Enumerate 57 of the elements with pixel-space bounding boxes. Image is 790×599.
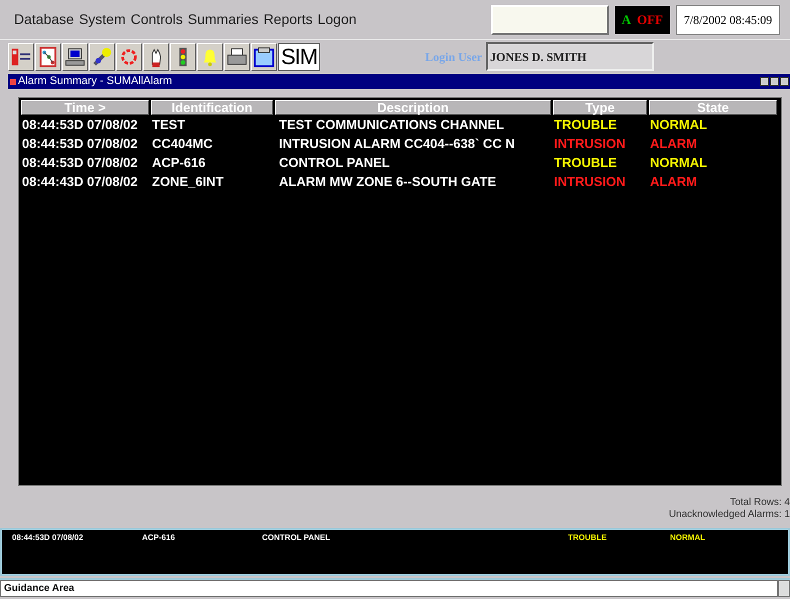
table-cell-text: TROUBLE <box>554 116 618 134</box>
sim-button[interactable]: SIM <box>278 42 320 70</box>
table-cell-text: NORMAL <box>650 116 708 134</box>
menu-item[interactable]: Logon <box>318 9 357 30</box>
toolbar-button[interactable] <box>62 42 88 70</box>
table-cell-text: NORMAL <box>650 154 708 172</box>
datetime-display: 7/8/2002 08:45:09 <box>676 4 780 34</box>
toolbar-button[interactable] <box>8 42 34 70</box>
window-icon <box>10 78 16 84</box>
detail-text: NORMAL <box>670 532 706 544</box>
toolbar-button[interactable] <box>170 42 196 70</box>
menu-item[interactable]: Database <box>14 9 74 30</box>
toolbar-button[interactable] <box>89 42 115 70</box>
toolbar-button[interactable] <box>143 42 169 70</box>
table-cell-text: CONTROL PANEL <box>278 154 391 172</box>
printer-icon <box>226 46 248 68</box>
side-button[interactable] <box>778 580 790 597</box>
table-cell-text: ALARM MW ZONE 6--SOUTH GATE <box>278 172 498 191</box>
table-cell-text: 08:44:53D 07/08/02 <box>22 116 139 134</box>
menu-item[interactable]: Controls <box>130 9 183 30</box>
detail-text: ACP-616 <box>142 532 176 544</box>
menu-item[interactable]: Reports <box>264 9 313 30</box>
table-cell-text: ALARM <box>650 172 698 191</box>
menu-item[interactable]: System <box>78 9 126 30</box>
toolbar-button[interactable] <box>224 42 250 70</box>
toolbar-button[interactable] <box>251 42 277 70</box>
table-cell-text: 08:44:53D 07/08/02 <box>22 154 139 172</box>
detail-text: CONTROL PANEL <box>262 532 332 544</box>
toolbar-button[interactable] <box>116 42 142 70</box>
menu-item[interactable]: Summaries <box>188 9 259 30</box>
toolbar-button[interactable] <box>197 42 223 70</box>
table-cell-text: INTRUSION ALARM CC404--638` CC N <box>278 134 516 153</box>
network-icon <box>37 46 59 68</box>
guidance-area: Guidance Area <box>0 580 778 597</box>
totals-text: Total Rows: 4 <box>730 497 790 509</box>
table-cell-text: 08:44:43D 07/08/02 <box>22 172 139 191</box>
detail-text: TROUBLE <box>568 532 608 544</box>
toolbar-button[interactable] <box>35 42 61 70</box>
table-cell-text: TROUBLE <box>554 154 618 172</box>
table-cell-text: TEST COMMUNICATIONS CHANNEL <box>278 116 506 134</box>
detail-text: 08:44:53D 07/08/02 <box>12 532 84 544</box>
table-cell-text: ACP-616 <box>152 154 206 172</box>
table-cell-text: TEST <box>152 116 186 134</box>
login-label: Login User <box>425 48 482 66</box>
totals-text: Unacknowledged Alarms: 1 <box>668 509 790 521</box>
tools-icon <box>91 46 113 68</box>
table-cell-text: CC404MC <box>152 134 214 153</box>
table-cell-text: INTRUSION <box>554 134 626 153</box>
window-title: Alarm Summary - SUMAllAlarm <box>18 74 172 90</box>
table-cell-text: ALARM <box>650 134 698 153</box>
login-user-field: JONES D. SMITH <box>486 42 654 71</box>
table-cell-text: INTRUSION <box>554 172 626 191</box>
indicator-letter: A <box>622 10 631 29</box>
indicator-status: OFF <box>637 10 663 29</box>
table-cell-text: ZONE_6INT <box>152 172 225 191</box>
computer-icon <box>64 46 86 68</box>
table-cell-text: 08:44:53D 07/08/02 <box>22 134 139 153</box>
